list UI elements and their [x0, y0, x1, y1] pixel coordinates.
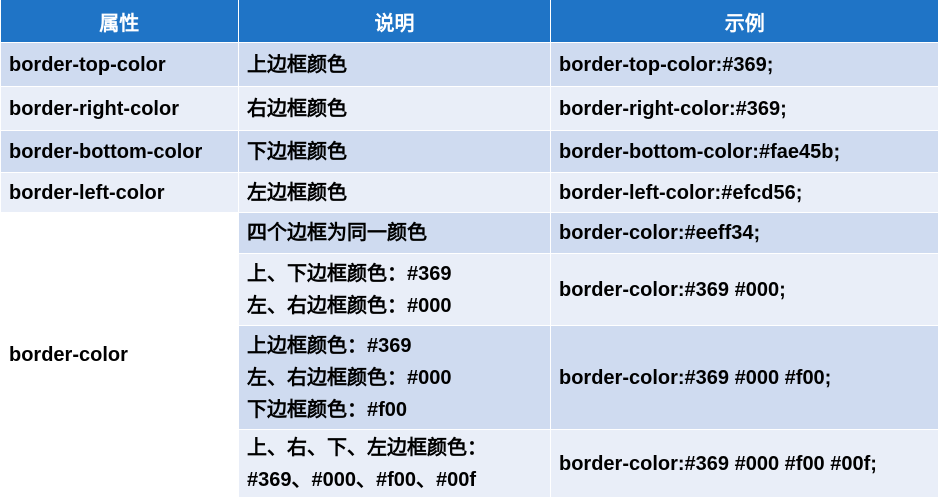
description-line: 左、右边框颜色：#000 [247, 366, 452, 389]
description-line: 下边框颜色：#f00 [247, 398, 408, 421]
description-line: 上边框颜色 [247, 53, 347, 76]
example-cell: border-color:#369 #000 #f00; [550, 325, 938, 430]
description-cell: 上、下边框颜色：#369 左、右边框颜色：#000 [238, 253, 551, 326]
example-cell: border-top-color:#369; [550, 42, 938, 87]
property-cell-merged: border-color [0, 212, 239, 498]
example-cell: border-bottom-color:#fae45b; [550, 130, 938, 173]
header-description: 说明 [238, 0, 551, 43]
header-example: 示例 [550, 0, 938, 43]
description-cell: 上、右、下、左边框颜色： #369、#000、#f00、#00f [238, 429, 551, 498]
description-line: 右边框颜色 [247, 97, 347, 120]
description-cell: 上边框颜色 [238, 42, 551, 87]
example-cell: border-color:#eeff34; [550, 212, 938, 254]
table-row: border-left-color 左边框颜色 border-left-colo… [0, 172, 938, 213]
property-cell: border-bottom-color [0, 130, 239, 173]
header-property: 属性 [0, 0, 239, 43]
css-border-color-table: 属性 说明 示例 border-top-color 上边框颜色 border-t… [0, 0, 938, 498]
description-line: 上边框颜色：#369 [247, 334, 412, 357]
property-cell: border-right-color [0, 86, 239, 131]
description-line: #369、#000、#f00、#00f [247, 468, 477, 491]
description-line: 上、下边框颜色：#369 [247, 262, 452, 285]
description-line: 左、右边框颜色：#000 [247, 294, 452, 317]
example-cell: border-right-color:#369; [550, 86, 938, 131]
description-line: 左边框颜色 [247, 181, 347, 204]
property-cell: border-left-color [0, 172, 239, 213]
description-cell: 下边框颜色 [238, 130, 551, 173]
example-cell: border-left-color:#efcd56; [550, 172, 938, 213]
example-cell: border-color:#369 #000; [550, 253, 938, 326]
description-cell: 右边框颜色 [238, 86, 551, 131]
property-cell: border-top-color [0, 42, 239, 87]
table-row: border-right-color 右边框颜色 border-right-co… [0, 86, 938, 131]
description-line: 四个边框为同一颜色 [247, 222, 427, 244]
example-cell: border-color:#369 #000 #f00 #00f; [550, 429, 938, 498]
description-cell: 四个边框为同一颜色 [238, 212, 551, 254]
description-cell: 左边框颜色 [238, 172, 551, 213]
description-cell: 上边框颜色：#369 左、右边框颜色：#000 下边框颜色：#f00 [238, 325, 551, 430]
table-row: border-bottom-color 下边框颜色 border-bottom-… [0, 130, 938, 173]
table-row: border-color 四个边框为同一颜色 border-color:#eef… [0, 212, 938, 498]
description-line: 上、右、下、左边框颜色： [247, 436, 487, 459]
description-line: 下边框颜色 [247, 140, 347, 163]
header-row: 属性 说明 示例 [0, 0, 938, 43]
table-row: border-top-color 上边框颜色 border-top-color:… [0, 42, 938, 87]
